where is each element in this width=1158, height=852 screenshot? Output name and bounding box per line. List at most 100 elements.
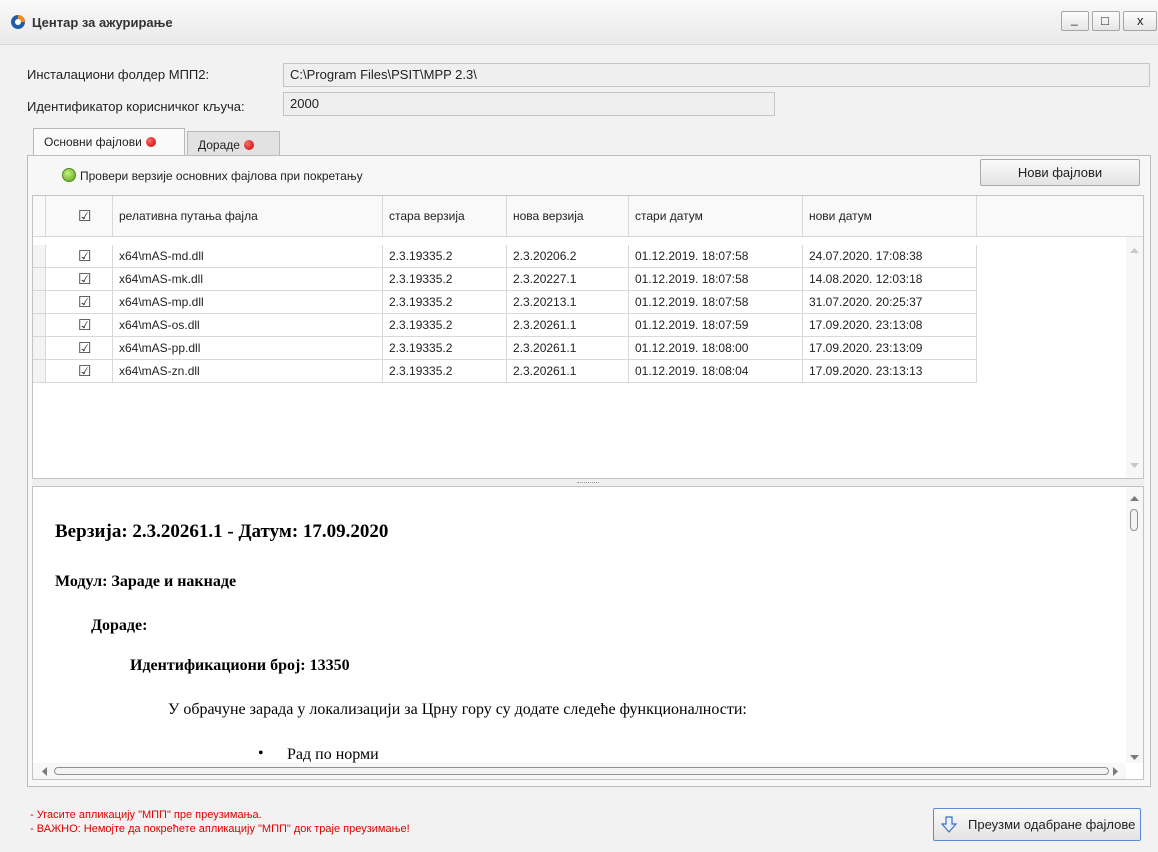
grid-header-row: ☑ релативна путања фајла стара верзија н…	[33, 196, 1143, 237]
horizontal-scroll-thumb[interactable]	[54, 767, 1109, 775]
status-dot-icon	[145, 137, 156, 147]
splitter-grip-icon[interactable]	[577, 482, 599, 484]
cell-new-version: 2.3.20213.1	[507, 291, 629, 314]
title-bar[interactable]: Центар за ажурирање _ □ x	[0, 0, 1158, 45]
cell-new-version: 2.3.20261.1	[507, 314, 629, 337]
cell-new-date: 17.09.2020. 23:13:13	[803, 360, 977, 383]
row-checkbox-cell[interactable]: ☑	[46, 360, 113, 383]
cell-new-date: 14.08.2020. 12:03:18	[803, 268, 977, 291]
table-row[interactable]: ☑ x64\mAS-mp.dll 2.3.19335.2 2.3.20213.1…	[33, 291, 977, 314]
cell-path: x64\mAS-os.dll	[113, 314, 383, 337]
close-button[interactable]: x	[1123, 11, 1157, 31]
row-checkbox-cell[interactable]: ☑	[46, 337, 113, 360]
cell-new-version: 2.3.20206.2	[507, 245, 629, 268]
cell-old-date: 01.12.2019. 18:07:59	[629, 314, 803, 337]
splitter[interactable]	[32, 479, 1144, 486]
download-selected-button[interactable]: Преузми одабране фајлове	[933, 808, 1141, 841]
table-row[interactable]: ☑ x64\mAS-mk.dll 2.3.19335.2 2.3.20227.1…	[33, 268, 977, 291]
row-checkbox-icon[interactable]: ☑	[78, 341, 91, 356]
warning-close-app: - Угасите апликацију "МПП" пре преузимањ…	[30, 809, 262, 821]
close-icon: x	[1137, 13, 1144, 28]
tab-basic-files-label: Основни фајлови	[44, 135, 142, 149]
cell-old-version: 2.3.19335.2	[383, 360, 507, 383]
scroll-thumb[interactable]	[1130, 509, 1138, 531]
table-row[interactable]: ☑ x64\mAS-os.dll 2.3.19335.2 2.3.20261.1…	[33, 314, 977, 337]
cell-new-version: 2.3.20227.1	[507, 268, 629, 291]
new-files-button[interactable]: Нови фајлови	[980, 159, 1140, 186]
column-header-new-version[interactable]: нова верзија	[507, 196, 629, 237]
row-indicator	[33, 360, 46, 383]
row-indicator-header	[33, 196, 46, 237]
row-checkbox-icon[interactable]: ☑	[78, 249, 91, 264]
cell-new-version: 2.3.20261.1	[507, 337, 629, 360]
changelog-viewer[interactable]: Верзија: 2.3.20261.1 - Датум: 17.09.2020…	[32, 486, 1144, 780]
row-checkbox-icon[interactable]: ☑	[78, 318, 91, 333]
column-header-new-date[interactable]: нови датум	[803, 196, 977, 237]
scroll-up-arrow-icon[interactable]	[1130, 495, 1139, 501]
cell-path: x64\mAS-pp.dll	[113, 337, 383, 360]
grid-vertical-scrollbar[interactable]	[1126, 237, 1143, 478]
install-folder-field[interactable]: C:\Program Files\PSIT\MPP 2.3\	[283, 63, 1150, 87]
scroll-up-arrow-icon[interactable]	[1130, 247, 1139, 253]
changelog-vertical-scrollbar[interactable]	[1126, 487, 1143, 763]
row-checkbox-cell[interactable]: ☑	[46, 291, 113, 314]
row-indicator	[33, 268, 46, 291]
table-row[interactable]: ☑ x64\mAS-pp.dll 2.3.19335.2 2.3.20261.1…	[33, 337, 977, 360]
row-indicator	[33, 314, 46, 337]
cell-old-version: 2.3.19335.2	[383, 245, 507, 268]
scroll-left-arrow-icon[interactable]	[41, 767, 47, 776]
maximize-button[interactable]: □	[1092, 11, 1120, 31]
scroll-down-arrow-icon[interactable]	[1130, 755, 1139, 761]
user-key-label: Идентификатор корисничког кључа:	[27, 99, 245, 114]
row-checkbox-cell[interactable]: ☑	[46, 245, 113, 268]
cell-path: x64\mAS-md.dll	[113, 245, 383, 268]
check-versions-option[interactable]: Провери верзије основних фајлова при пок…	[80, 169, 363, 183]
select-all-cell[interactable]: ☑	[46, 196, 113, 237]
cell-old-version: 2.3.19335.2	[383, 291, 507, 314]
install-folder-label: Инсталациони фолдер МПП2:	[27, 67, 210, 82]
changelog-version-heading: Верзија: 2.3.20261.1 - Датум: 17.09.2020	[55, 521, 389, 542]
cell-new-date: 17.09.2020. 23:13:09	[803, 337, 977, 360]
select-all-checkbox-icon[interactable]: ☑	[78, 209, 91, 224]
tab-improvements[interactable]: Дораде	[187, 131, 280, 157]
cell-old-date: 01.12.2019. 18:07:58	[629, 245, 803, 268]
column-header-path[interactable]: релативна путања фајла	[113, 196, 383, 237]
bullet-icon: •	[258, 745, 264, 762]
row-checkbox-icon[interactable]: ☑	[78, 272, 91, 287]
row-indicator	[33, 291, 46, 314]
column-header-old-date[interactable]: стари датум	[629, 196, 803, 237]
column-header-filler	[977, 196, 1143, 237]
row-checkbox-icon[interactable]: ☑	[78, 295, 91, 310]
files-grid: ☑ релативна путања фајла стара верзија н…	[32, 195, 1144, 479]
cell-old-version: 2.3.19335.2	[383, 314, 507, 337]
scroll-right-arrow-icon[interactable]	[1113, 767, 1119, 776]
cell-old-date: 01.12.2019. 18:07:58	[629, 291, 803, 314]
warning-do-not-start: - ВАЖНО: Немојте да покрећете апликацију…	[30, 823, 410, 835]
cell-old-date: 01.12.2019. 18:07:58	[629, 268, 803, 291]
app-logo-icon	[11, 15, 25, 29]
table-row[interactable]: ☑ x64\mAS-zn.dll 2.3.19335.2 2.3.20261.1…	[33, 360, 977, 383]
cell-new-date: 31.07.2020. 20:25:37	[803, 291, 977, 314]
cell-path: x64\mAS-mk.dll	[113, 268, 383, 291]
update-center-window: Центар за ажурирање _ □ x Инсталациони ф…	[0, 0, 1158, 852]
row-checkbox-icon[interactable]: ☑	[78, 364, 91, 379]
tab-basic-files[interactable]: Основни фајлови	[33, 128, 185, 156]
cell-path: x64\mAS-mp.dll	[113, 291, 383, 314]
download-arrow-icon	[941, 816, 957, 833]
changelog-horizontal-scrollbar[interactable]	[33, 763, 1126, 779]
changelog-bullet-item: Рад по норми	[287, 746, 379, 763]
row-indicator	[33, 337, 46, 360]
download-selected-label: Преузми одабране фајлове	[968, 817, 1136, 832]
scroll-down-arrow-icon[interactable]	[1130, 463, 1139, 469]
minimize-button[interactable]: _	[1061, 11, 1089, 31]
row-checkbox-cell[interactable]: ☑	[46, 268, 113, 291]
user-key-field[interactable]: 2000	[283, 92, 775, 116]
cell-new-date: 17.09.2020. 23:13:08	[803, 314, 977, 337]
column-header-old-version[interactable]: стара верзија	[383, 196, 507, 237]
cell-new-date: 24.07.2020. 17:08:38	[803, 245, 977, 268]
check-ok-icon[interactable]	[62, 168, 76, 182]
cell-new-version: 2.3.20261.1	[507, 360, 629, 383]
row-checkbox-cell[interactable]: ☑	[46, 314, 113, 337]
row-indicator	[33, 245, 46, 268]
table-row[interactable]: ☑ x64\mAS-md.dll 2.3.19335.2 2.3.20206.2…	[33, 245, 977, 268]
